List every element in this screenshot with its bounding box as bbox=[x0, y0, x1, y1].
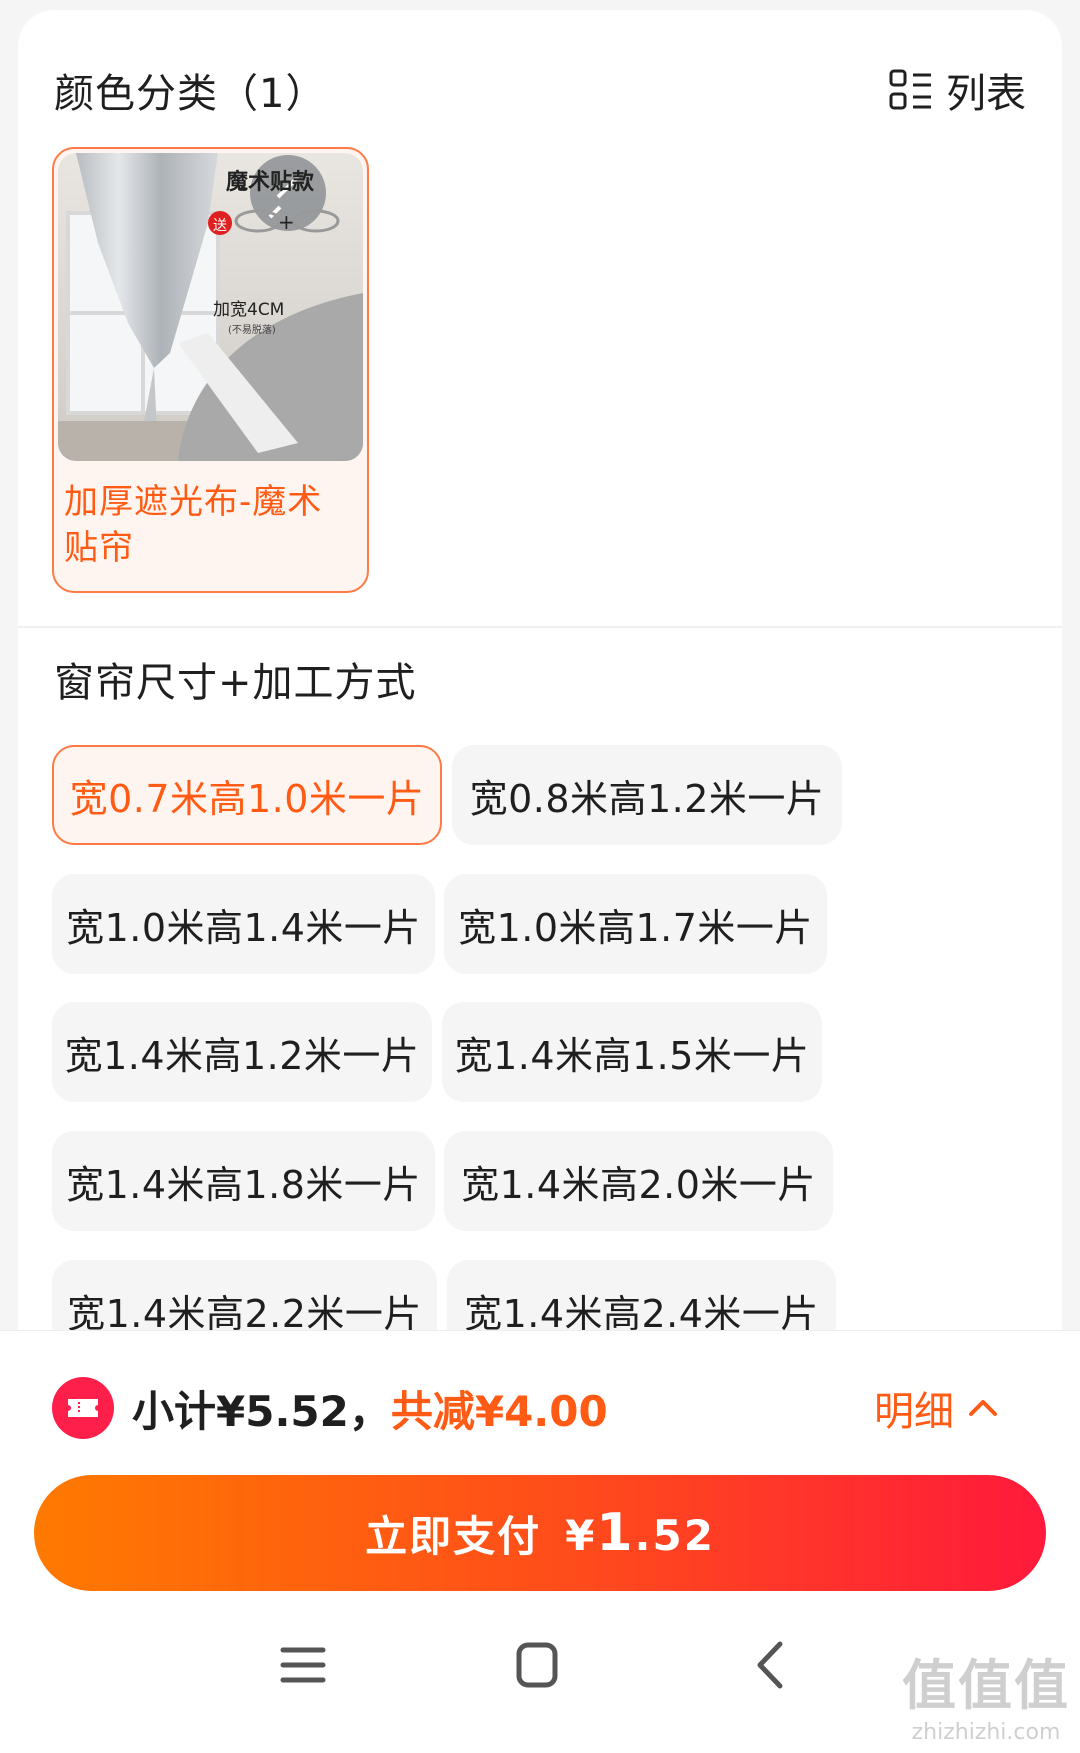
size-option-4[interactable]: 宽1.4米高1.2米一片 bbox=[52, 1002, 432, 1102]
chevron-up-icon bbox=[969, 1400, 997, 1416]
size-option-7[interactable]: 宽1.4米高2.0米一片 bbox=[444, 1131, 833, 1231]
color-section-header: 颜色分类（1） 列表 bbox=[54, 50, 1026, 130]
pay-button-price: ¥1.52 bbox=[565, 1503, 715, 1563]
curtain-product-image: 魔术贴款 送 + 加宽4CM (不易脱落) bbox=[58, 153, 363, 461]
back-icon[interactable] bbox=[736, 1630, 806, 1700]
discount-amount: 共减¥4.00 bbox=[390, 1386, 608, 1436]
watermark-site: zhizhizhi.com bbox=[911, 1720, 1061, 1745]
pay-button-label: 立即支付 bbox=[365, 1511, 542, 1561]
image-subnote-text: (不易脱落) bbox=[228, 323, 276, 336]
price-detail-toggle[interactable]: 明细 bbox=[874, 1373, 1000, 1443]
list-view-icon bbox=[889, 69, 931, 110]
color-option-label: 加厚遮光布-魔术贴帘 bbox=[64, 482, 323, 568]
size-section-title: 窗帘尺寸+加工方式 bbox=[54, 660, 417, 706]
image-note-text: 加宽4CM bbox=[213, 300, 284, 320]
pay-currency: ¥ bbox=[565, 1511, 597, 1560]
pay-now-button[interactable]: 立即支付 ¥1.52 bbox=[34, 1475, 1046, 1591]
size-option-3[interactable]: 宽1.0米高1.7米一片 bbox=[444, 874, 827, 974]
list-view-toggle[interactable]: 列表 bbox=[888, 61, 1026, 119]
color-section-title: 颜色分类（1） bbox=[54, 71, 327, 117]
list-view-label: 列表 bbox=[946, 71, 1026, 117]
image-badge-text: 魔术贴款 bbox=[226, 169, 315, 195]
pay-amount-dec: .52 bbox=[634, 1511, 715, 1560]
subtotal-amount: 小计¥5.52， bbox=[132, 1386, 391, 1436]
sku-selector-sheet: 颜色分类（1） 列表 魔术贴款 送 + 加宽4CM (不易脱落) 加厚遮光布-魔… bbox=[18, 10, 1062, 1330]
menu-icon[interactable] bbox=[268, 1630, 338, 1700]
watermark-glyphs: 值值值 bbox=[902, 1654, 1070, 1717]
size-option-1[interactable]: 宽0.8米高1.2米一片 bbox=[452, 745, 842, 845]
pay-amount-int: 1 bbox=[596, 1503, 635, 1563]
size-option-8[interactable]: 宽1.4米高2.2米一片 bbox=[52, 1260, 437, 1330]
image-gift-text: 送 bbox=[213, 218, 227, 234]
color-option-card[interactable]: 魔术贴款 送 + 加宽4CM (不易脱落) 加厚遮光布-魔术贴帘 bbox=[52, 147, 369, 593]
subtotal-row: 小计¥5.52， 共减¥4.00 明细 bbox=[52, 1373, 1040, 1443]
size-option-0[interactable]: 宽0.7米高1.0米一片 bbox=[52, 745, 442, 845]
size-option-2[interactable]: 宽1.0米高1.4米一片 bbox=[52, 874, 435, 974]
watermark: 值值值 zhizhizhi.com bbox=[902, 1641, 1070, 1745]
image-plus-text: + bbox=[278, 210, 295, 234]
section-divider bbox=[18, 626, 1062, 628]
size-option-5[interactable]: 宽1.4米高1.5米一片 bbox=[442, 1002, 822, 1102]
home-icon[interactable] bbox=[502, 1630, 572, 1700]
size-option-9[interactable]: 宽1.4米高2.4米一片 bbox=[447, 1260, 836, 1330]
detail-label: 明细 bbox=[874, 1389, 954, 1435]
size-option-6[interactable]: 宽1.4米高1.8米一片 bbox=[52, 1131, 435, 1231]
coupon-ticket-icon bbox=[52, 1377, 114, 1439]
product-thumbnail: 魔术贴款 送 + 加宽4CM (不易脱落) bbox=[58, 153, 363, 461]
